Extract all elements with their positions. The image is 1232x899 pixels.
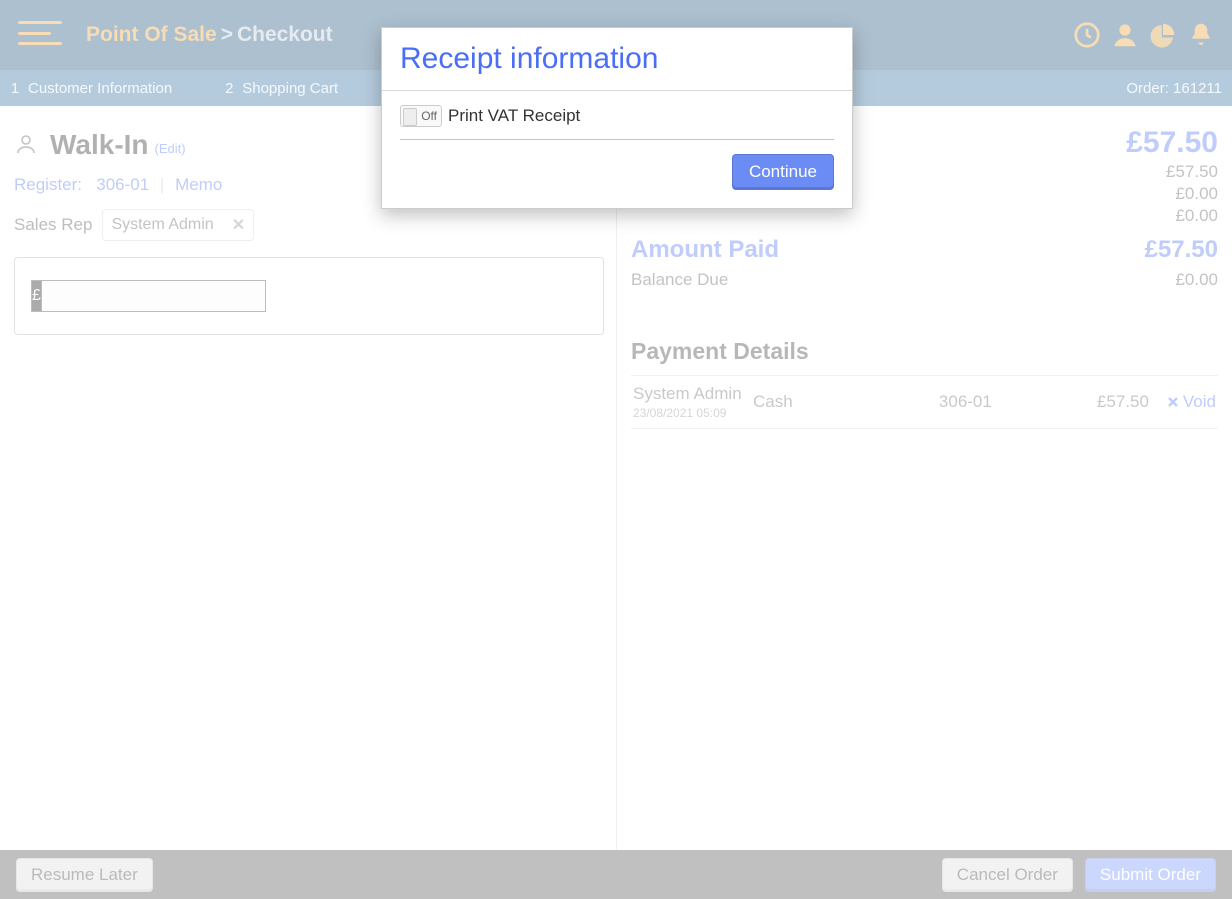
receipt-modal: Receipt information Off Print VAT Receip… bbox=[381, 27, 853, 209]
modal-body: Off Print VAT Receipt bbox=[382, 91, 852, 140]
modal-title: Receipt information bbox=[382, 28, 852, 91]
vat-toggle-row: Off Print VAT Receipt bbox=[400, 105, 834, 140]
continue-button[interactable]: Continue bbox=[732, 154, 834, 190]
vat-toggle[interactable]: Off bbox=[400, 105, 442, 127]
vat-toggle-label: Print VAT Receipt bbox=[448, 106, 580, 126]
modal-footer: Continue bbox=[382, 140, 852, 208]
